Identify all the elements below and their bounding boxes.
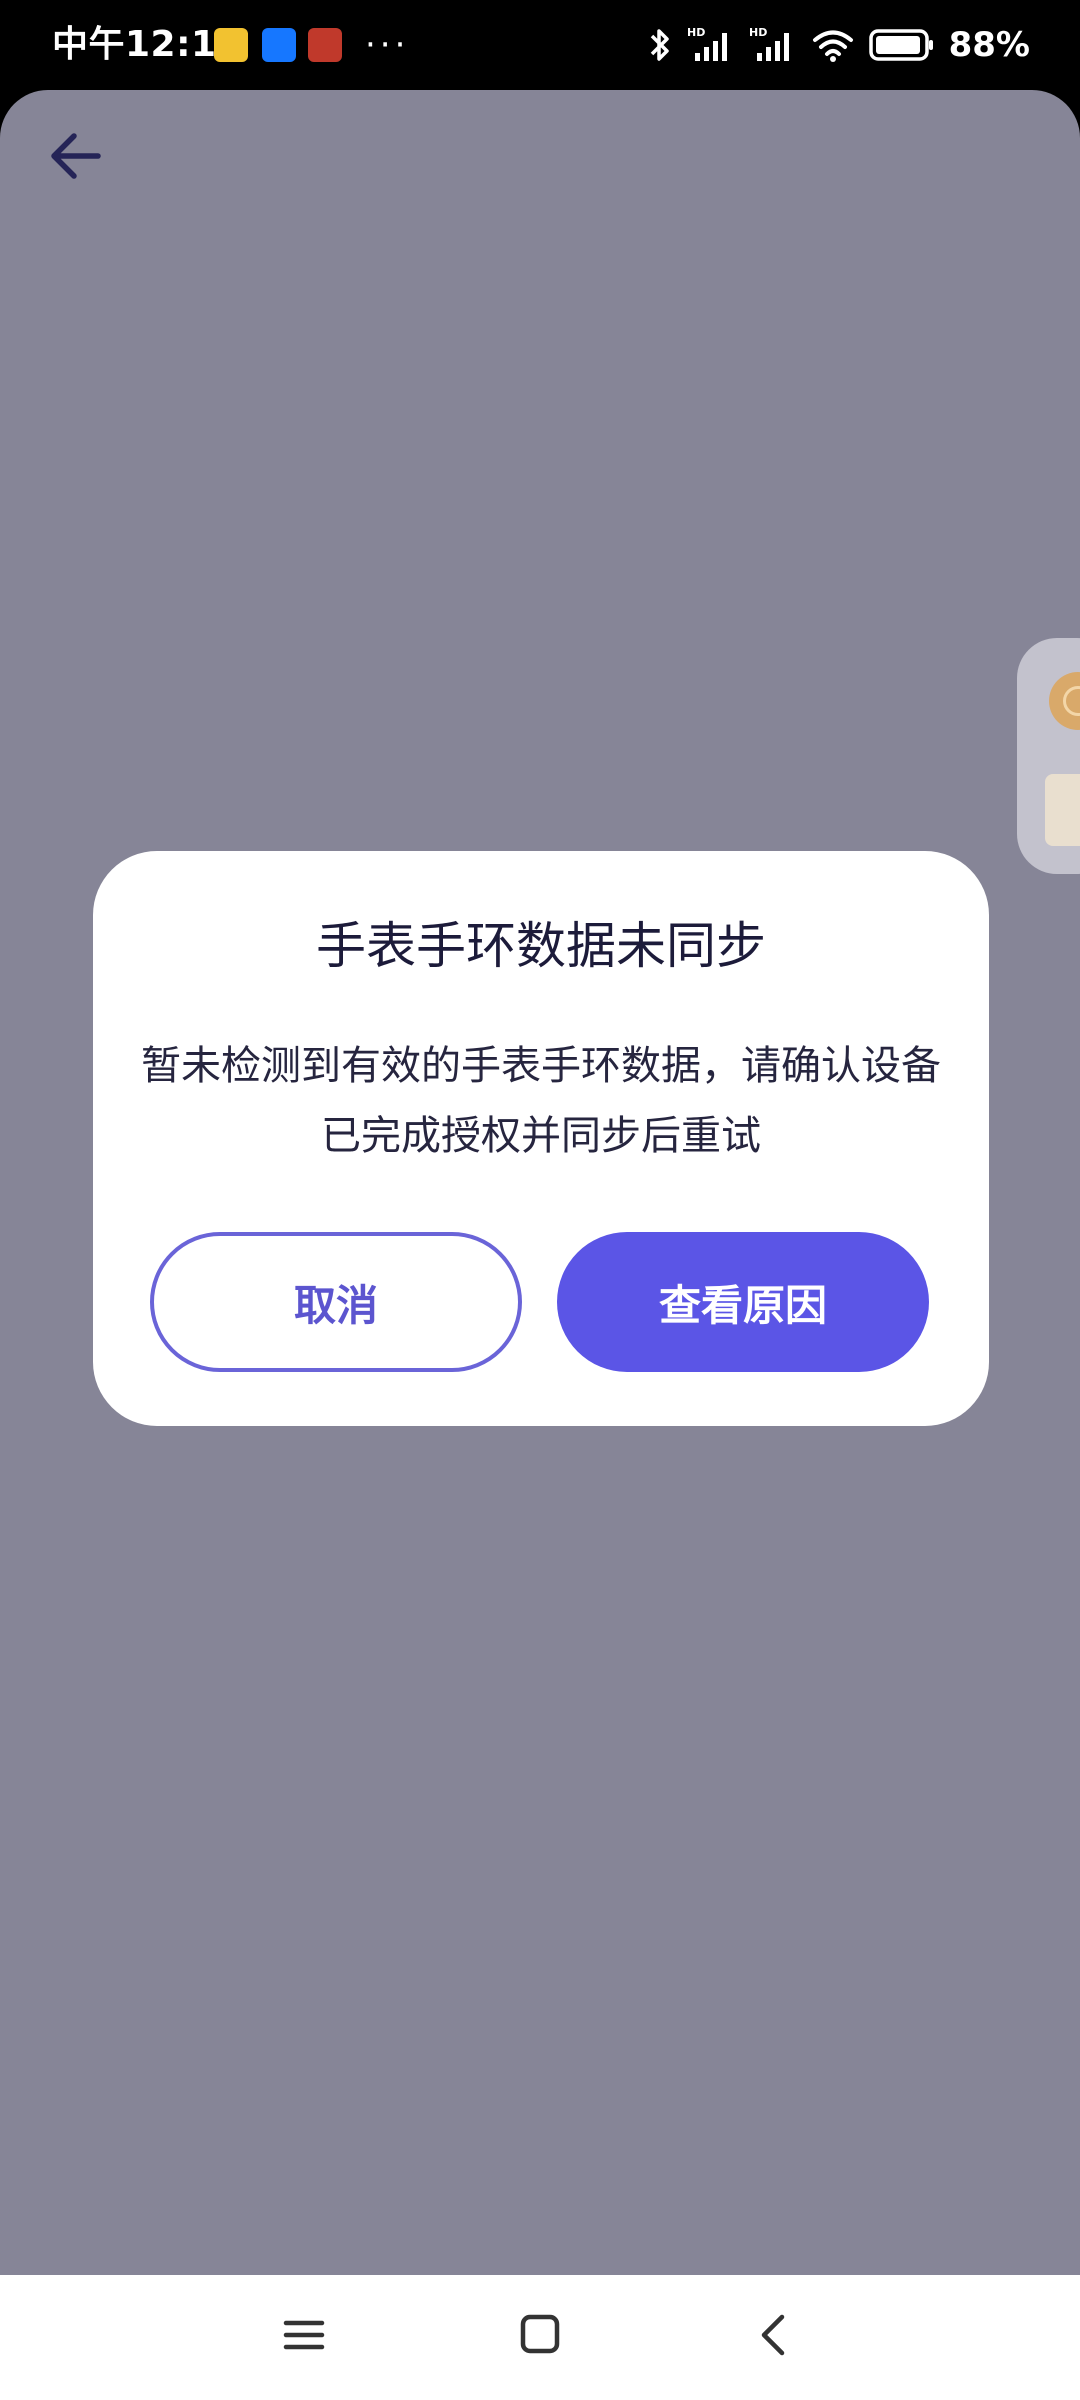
system-nav-bar	[0, 2275, 1080, 2400]
home-icon[interactable]	[508, 2303, 572, 2367]
arrow-left-icon[interactable]	[40, 118, 116, 194]
app-notification-icon-1	[214, 28, 248, 62]
signal-hd-icon-1: HD	[687, 26, 727, 61]
view-reason-button[interactable]: 查看原因	[557, 1232, 929, 1372]
status-bar: 中午12:13 ··· HD HD 88%	[0, 0, 1080, 90]
dialog-message: 暂未检测到有效的手表手环数据，请确认设备已完成授权并同步后重试	[141, 1043, 941, 1159]
widget-image	[1045, 774, 1080, 846]
wifi-icon	[812, 30, 853, 62]
svg-text:HD: HD	[749, 26, 767, 39]
more-notifications-icon: ···	[365, 25, 410, 65]
alipay-icon	[262, 28, 296, 62]
app-notification-icon-3	[308, 28, 342, 62]
signal-hd-icon-2: HD	[749, 26, 789, 61]
back-icon[interactable]	[742, 2303, 806, 2367]
svg-text:HD: HD	[687, 26, 705, 39]
floating-widget[interactable]	[1017, 638, 1080, 874]
cancel-button[interactable]: 取消	[150, 1232, 522, 1372]
dialog-title: 手表手环数据未同步	[316, 917, 766, 975]
coin-icon	[1049, 672, 1080, 730]
battery-percent: 88%	[948, 25, 1030, 65]
sync-dialog: 手表手环数据未同步 暂未检测到有效的手表手环数据，请确认设备已完成授权并同步后重…	[93, 851, 989, 1426]
menu-icon[interactable]	[272, 2303, 336, 2367]
battery-icon	[868, 29, 933, 61]
bluetooth-icon	[650, 29, 669, 61]
